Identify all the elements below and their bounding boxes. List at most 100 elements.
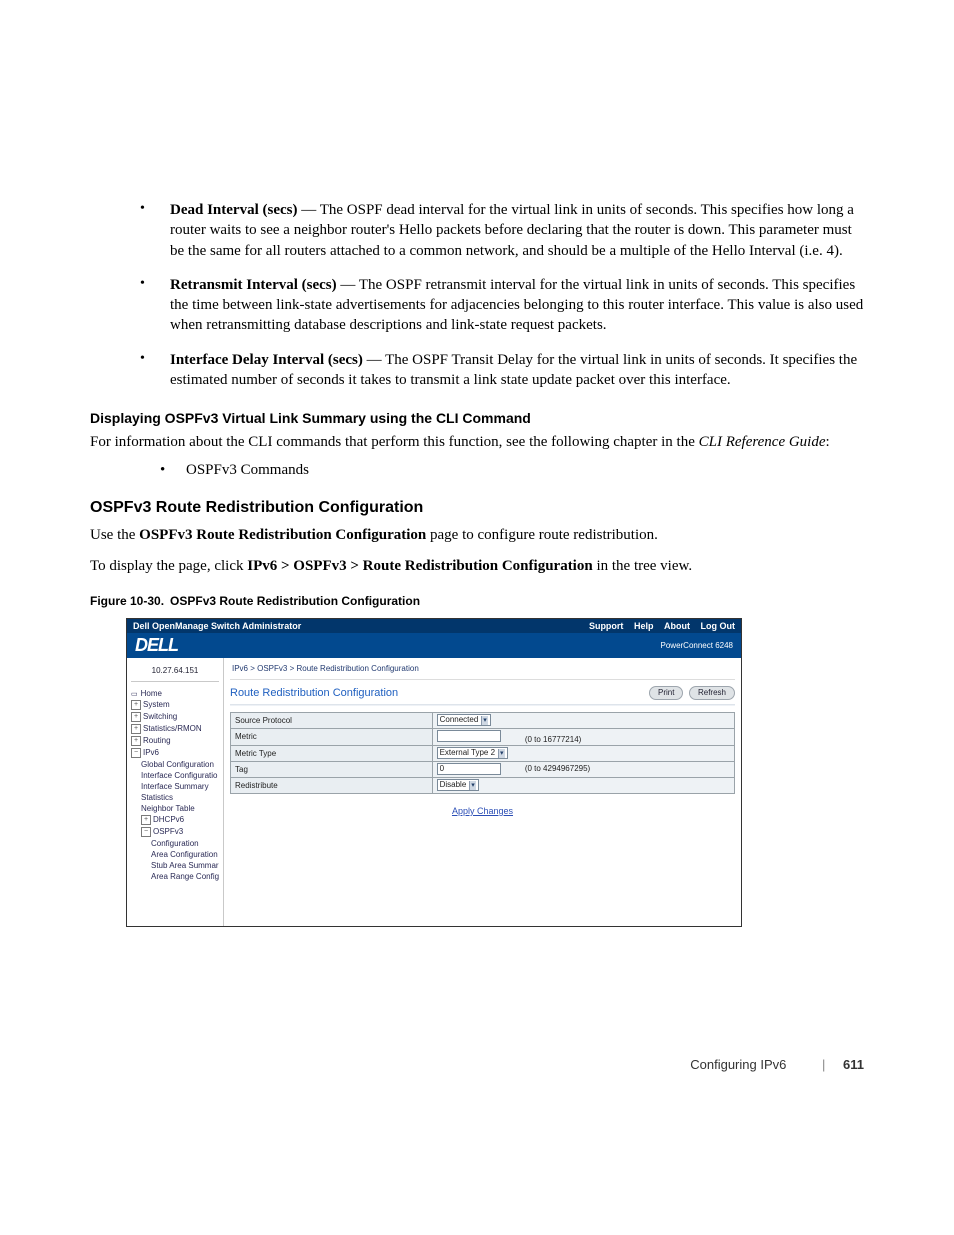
field-label: Source Protocol — [231, 712, 433, 728]
nav-label: Interface Configuratio — [141, 771, 218, 780]
nav-label: Neighbor Table — [141, 804, 195, 813]
nav-tree: 10.27.64.151 Home+System+Switching+Stati… — [127, 658, 224, 926]
term: Retransmit Interval (secs) — [170, 277, 337, 293]
nav-label: Area Range Config — [151, 872, 219, 881]
cli-heading: Displaying OSPFv3 Virtual Link Summary u… — [90, 410, 864, 426]
text-input[interactable]: 0 — [437, 763, 501, 775]
range-hint: (0 to 16777214) — [523, 735, 582, 744]
apply-changes-button[interactable]: Apply Changes — [452, 806, 513, 816]
nav-item[interactable]: +DHCPv6 — [131, 814, 223, 826]
field-value-cell: 0 (0 to 4294967295) — [432, 761, 734, 777]
expand-icon[interactable]: − — [131, 748, 141, 758]
nav-item[interactable]: Area Configuration — [131, 849, 223, 860]
nav-item[interactable]: Configuration — [131, 838, 223, 849]
bullet-dead-interval: Dead Interval (secs) — The OSPF dead int… — [140, 200, 864, 261]
link-about[interactable]: About — [664, 621, 690, 631]
bullet-interface-delay: Interface Delay Interval (secs) — The OS… — [140, 350, 864, 391]
select-control[interactable]: Disable▾ — [437, 779, 479, 791]
nav-item[interactable]: Interface Summary — [131, 781, 223, 792]
form-row: Source Protocol Connected▾ — [231, 712, 735, 728]
term: Interface Delay Interval (secs) — [170, 352, 363, 368]
nav-item[interactable]: +Routing — [131, 735, 223, 747]
field-label: Metric — [231, 728, 433, 745]
field-value-cell: (0 to 16777214) — [432, 728, 734, 745]
nav-item[interactable]: Global Configuration — [131, 759, 223, 770]
chevron-down-icon: ▾ — [469, 781, 476, 790]
link-help[interactable]: Help — [634, 621, 654, 631]
section-p2: To display the page, click IPv6 > OSPFv3… — [90, 556, 864, 576]
nav-item[interactable]: Area Range Config — [131, 871, 223, 882]
field-value-cell: External Type 2▾ — [432, 745, 734, 761]
expand-icon[interactable]: + — [131, 724, 141, 734]
main-panel: IPv6 > OSPFv3 > Route Redistribution Con… — [224, 658, 741, 926]
nav-label: Interface Summary — [141, 782, 209, 791]
logo-row: DELL PowerConnect 6248 — [127, 633, 741, 658]
nav-label: Statistics/RMON — [143, 724, 202, 733]
nav-item[interactable]: +System — [131, 699, 223, 711]
text-input[interactable] — [437, 730, 501, 742]
chevron-down-icon: ▾ — [498, 749, 505, 758]
expand-icon[interactable]: + — [131, 700, 141, 710]
expand-icon[interactable]: + — [141, 815, 151, 825]
nav-item[interactable]: +Switching — [131, 711, 223, 723]
link-support[interactable]: Support — [589, 621, 624, 631]
expand-icon[interactable]: + — [131, 712, 141, 722]
form-row: Tag0 (0 to 4294967295) — [231, 761, 735, 777]
nav-item[interactable]: −OSPFv3 — [131, 826, 223, 838]
parameter-list: Dead Interval (secs) — The OSPF dead int… — [90, 200, 864, 390]
app-title: Dell OpenManage Switch Administrator — [133, 621, 301, 631]
nav-item[interactable]: Interface Configuratio — [131, 770, 223, 781]
form-row: Metric Type External Type 2▾ — [231, 745, 735, 761]
nav-label: Statistics — [141, 793, 173, 802]
top-links: Support Help About Log Out — [581, 621, 735, 631]
panel-divider — [230, 704, 735, 706]
nav-label: System — [143, 700, 170, 709]
nav-item[interactable]: Stub Area Summar — [131, 860, 223, 871]
nav-item[interactable]: −IPv6 — [131, 747, 223, 759]
field-value-cell: Connected▾ — [432, 712, 734, 728]
nav-label: Area Configuration — [151, 850, 218, 859]
range-hint: (0 to 4294967295) — [523, 764, 591, 773]
select-control[interactable]: Connected▾ — [437, 714, 491, 726]
footer-section: Configuring IPv6 — [690, 1057, 786, 1072]
nav-label: DHCPv6 — [153, 815, 184, 824]
embedded-screenshot: Dell OpenManage Switch Administrator Sup… — [126, 618, 742, 927]
refresh-button[interactable]: Refresh — [689, 686, 735, 700]
field-label: Tag — [231, 761, 433, 777]
field-label: Metric Type — [231, 745, 433, 761]
form-row: Metric (0 to 16777214) — [231, 728, 735, 745]
mock-topbar: Dell OpenManage Switch Administrator Sup… — [127, 619, 741, 633]
nav-label: IPv6 — [143, 748, 159, 757]
section-p1: Use the OSPFv3 Route Redistribution Conf… — [90, 525, 864, 545]
page-footer: Configuring IPv6 | 611 — [0, 1057, 954, 1072]
field-label: Redistribute — [231, 777, 433, 793]
page-number: 611 — [843, 1057, 864, 1072]
nav-label: Configuration — [151, 839, 199, 848]
config-form: Source Protocol Connected▾ Metric (0 to 16… — [230, 712, 735, 794]
print-button[interactable]: Print — [649, 686, 683, 700]
nav-item[interactable]: Neighbor Table — [131, 803, 223, 814]
dell-logo: DELL — [135, 635, 178, 656]
bullet-retransmit-interval: Retransmit Interval (secs) — The OSPF re… — [140, 275, 864, 336]
nav-label: Global Configuration — [141, 760, 214, 769]
nav-item[interactable]: +Statistics/RMON — [131, 723, 223, 735]
nav-item[interactable]: Statistics — [131, 792, 223, 803]
device-ip: 10.27.64.151 — [131, 662, 219, 682]
cli-item: OSPFv3 Commands — [160, 462, 864, 479]
expand-icon[interactable]: − — [141, 827, 151, 837]
nav-label: Home — [141, 689, 162, 698]
cli-sublist: OSPFv3 Commands — [90, 462, 864, 479]
nav-item[interactable]: Home — [131, 688, 223, 699]
form-row: Redistribute Disable▾ — [231, 777, 735, 793]
link-logout[interactable]: Log Out — [701, 621, 736, 631]
figure-caption: Figure 10-30. OSPFv3 Route Redistributio… — [90, 594, 864, 608]
section-heading: OSPFv3 Route Redistribution Configuratio… — [90, 499, 864, 517]
cli-intro: For information about the CLI commands t… — [90, 432, 864, 452]
select-control[interactable]: External Type 2▾ — [437, 747, 508, 759]
field-value-cell: Disable▾ — [432, 777, 734, 793]
expand-icon[interactable]: + — [131, 736, 141, 746]
nav-label: Switching — [143, 712, 177, 721]
nav-label: OSPFv3 — [153, 827, 183, 836]
nav-label: Stub Area Summar — [151, 861, 219, 870]
term: Dead Interval (secs) — [170, 202, 297, 218]
